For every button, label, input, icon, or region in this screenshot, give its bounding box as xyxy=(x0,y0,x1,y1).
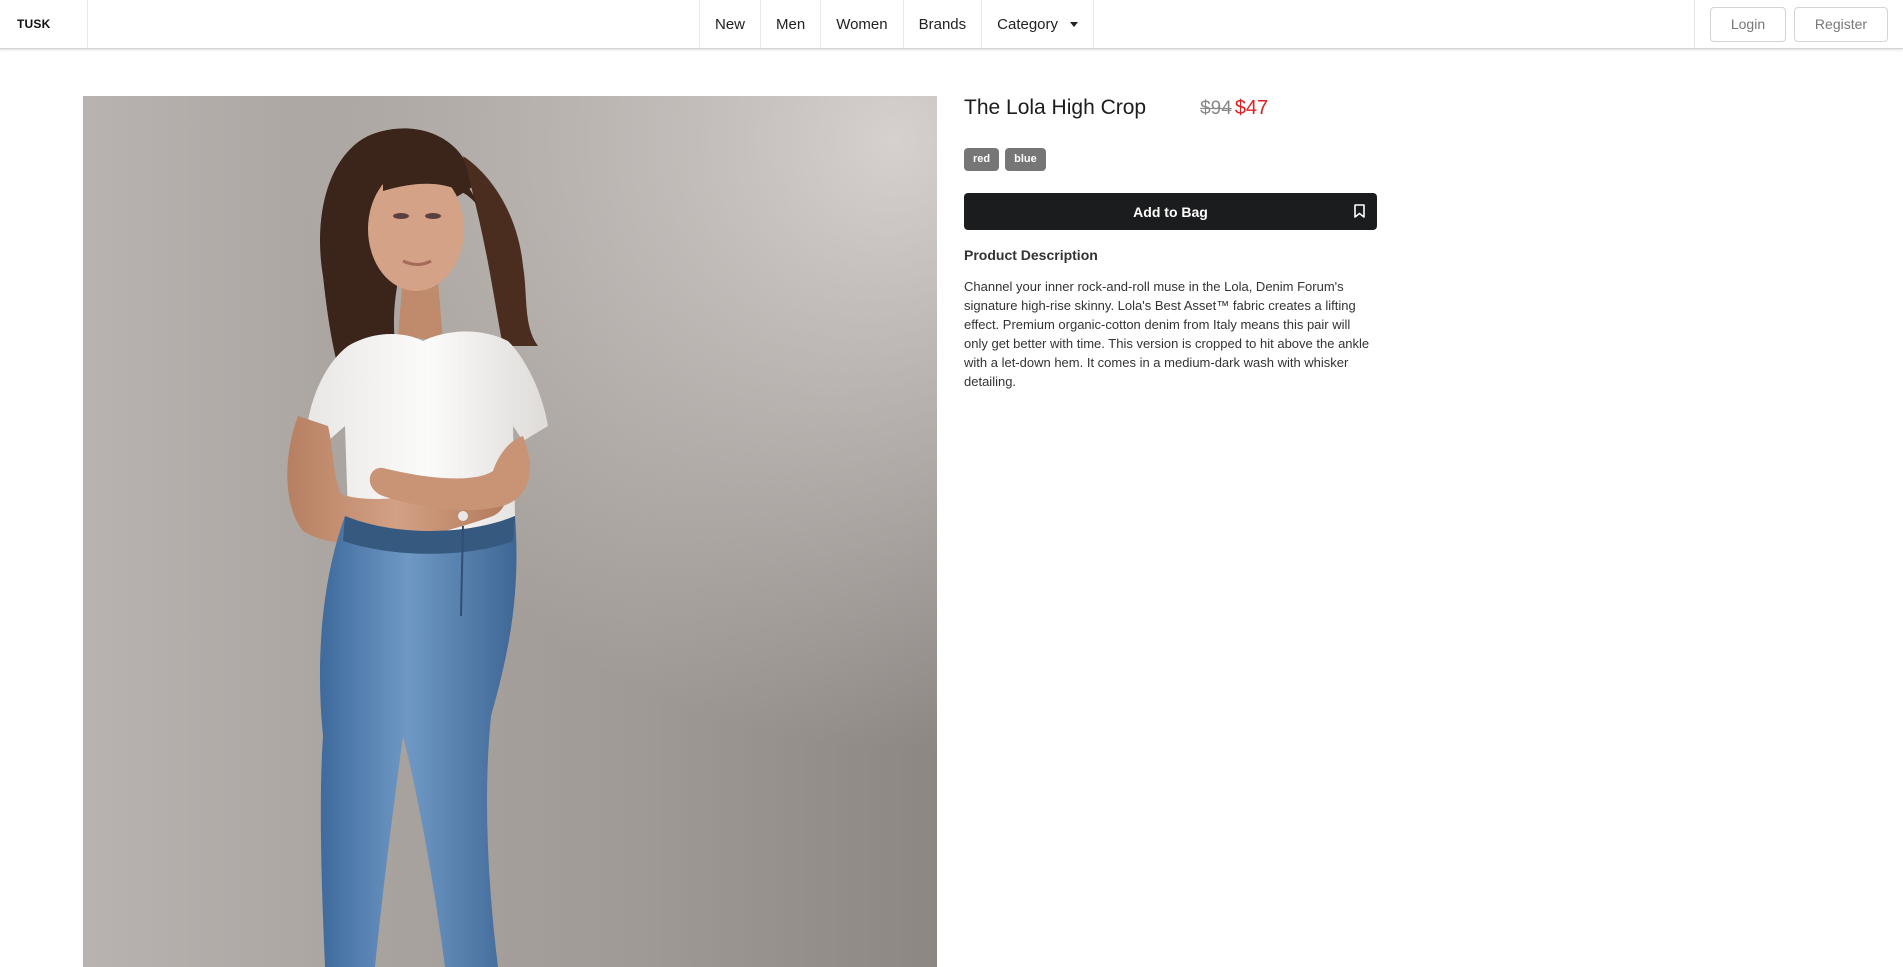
title-row: The Lola High Crop $94 $47 xyxy=(964,96,1377,128)
original-price: $94 xyxy=(1200,98,1232,119)
product-title: The Lola High Crop xyxy=(964,96,1147,119)
sale-price: $47 xyxy=(1234,97,1269,119)
nav-men[interactable]: Men xyxy=(761,0,822,48)
main-nav: New Men Women Brands Category xyxy=(699,0,1095,48)
nav-new[interactable]: New xyxy=(700,0,762,48)
nav-new-label: New xyxy=(715,15,746,33)
nav-women-label: Women xyxy=(836,15,888,33)
login-button[interactable]: Login xyxy=(1710,6,1786,42)
register-button[interactable]: Register xyxy=(1794,6,1888,42)
color-options: red blue xyxy=(964,148,1377,172)
nav-brands[interactable]: Brands xyxy=(904,0,983,48)
logo[interactable]: TUSK xyxy=(0,0,88,48)
nav-category-dropdown[interactable]: Category xyxy=(982,0,1095,48)
product-image xyxy=(83,96,937,967)
bookmark-icon xyxy=(1354,204,1365,218)
auth-area: Login Register xyxy=(1694,0,1903,48)
caret-down-icon xyxy=(1070,21,1079,27)
nav-category-label: Category xyxy=(997,15,1059,33)
product-info: The Lola High Crop $94 $47 red blue Add … xyxy=(964,96,1377,391)
product-description: Channel your inner rock-and-roll muse in… xyxy=(964,279,1370,390)
nav-men-label: Men xyxy=(776,15,806,33)
nav-brands-label: Brands xyxy=(918,15,967,33)
nav-women[interactable]: Women xyxy=(821,0,904,48)
color-tag-blue[interactable]: blue xyxy=(1005,148,1046,172)
top-menu: TUSK New Men Women Brands Category Login… xyxy=(0,0,1903,49)
description-heading: Product Description xyxy=(964,247,1098,264)
add-to-bag-button[interactable]: Add to Bag xyxy=(964,193,1377,231)
add-to-bag-label: Add to Bag xyxy=(1133,203,1208,220)
color-tag-red[interactable]: red xyxy=(964,148,1000,172)
